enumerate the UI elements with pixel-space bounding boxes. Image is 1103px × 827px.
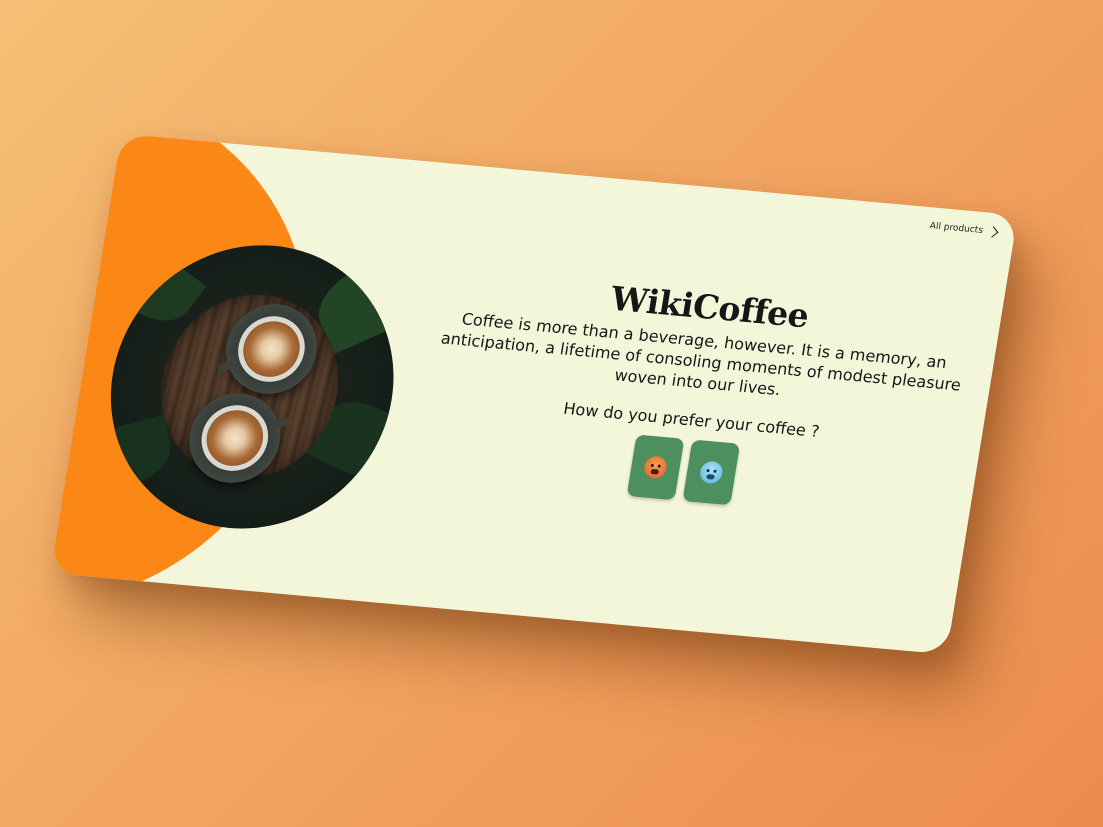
cold-face-icon [698,460,725,485]
all-products-label: All products [928,221,984,236]
all-products-link[interactable]: All products [928,221,999,238]
hot-coffee-option[interactable] [626,434,685,501]
page-background: All products WikiCoffee Coffee is more t… [0,0,1103,827]
hero-content: WikiCoffee Coffee is more than a beverag… [400,262,992,526]
hot-face-icon [642,455,669,480]
cold-coffee-option[interactable] [682,439,741,506]
chevron-right-icon [987,226,999,238]
hero-card: All products WikiCoffee Coffee is more t… [50,133,1018,655]
